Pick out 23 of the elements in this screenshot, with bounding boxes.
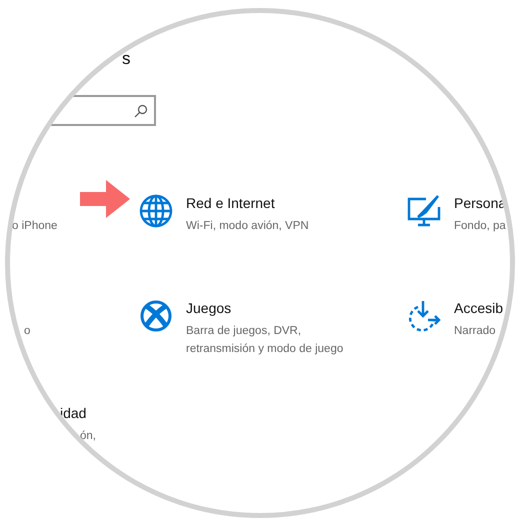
monitor-brush-icon bbox=[406, 193, 442, 229]
globe-icon bbox=[138, 193, 174, 229]
category-description: o bbox=[24, 324, 30, 339]
search-icon bbox=[134, 104, 148, 118]
category-description: ón, bbox=[80, 429, 96, 444]
category-description: Narrado bbox=[454, 324, 496, 339]
accessibility-icon bbox=[406, 298, 442, 334]
settings-category[interactable]: idad ón, bbox=[10, 403, 138, 508]
category-title: Red e Internet bbox=[186, 194, 275, 213]
settings-category[interactable]: o bbox=[10, 298, 138, 403]
category-title: Accesib bbox=[454, 299, 504, 318]
settings-category[interactable]: Accesib Narrado bbox=[406, 298, 510, 403]
settings-category[interactable]: o iPhone bbox=[10, 193, 138, 298]
category-description: Fondo, pa bbox=[454, 219, 506, 234]
category-title: idad bbox=[60, 404, 86, 423]
category-description: Barra de juegos, DVR, retransmisión y modo de juego bbox=[186, 324, 344, 357]
settings-category[interactable]: Juegos Barra de juegos, DVR, retransmisión y modo de juego bbox=[138, 298, 406, 403]
category-description: o iPhone bbox=[12, 219, 58, 234]
settings-category[interactable]: Red e Internet Wi-Fi, modo avión, VPN bbox=[138, 193, 406, 298]
category-title: Juegos bbox=[186, 299, 232, 318]
category-description: Wi-Fi, modo avión, VPN bbox=[186, 219, 309, 234]
page-title: s bbox=[122, 49, 130, 69]
pointer-arrow bbox=[80, 179, 130, 219]
